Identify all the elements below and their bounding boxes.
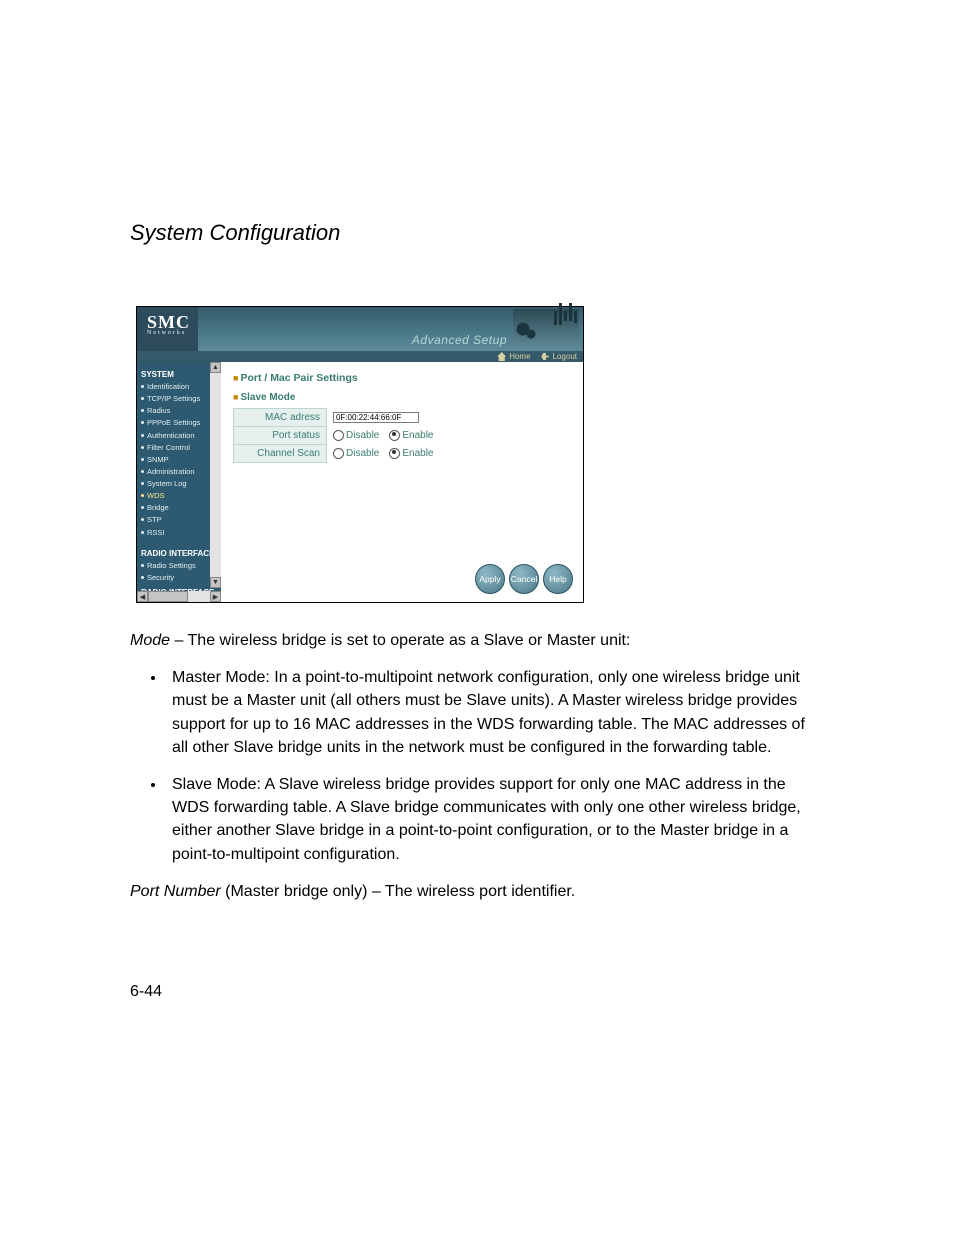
mac-address-label: MAC adress <box>233 408 327 427</box>
sidebar-item-radio-settings[interactable]: Radio Settings <box>141 560 219 572</box>
scroll-up-icon[interactable]: ▲ <box>210 362 221 373</box>
sidebar-item-rssi[interactable]: RSSI <box>141 527 219 539</box>
port-number-paragraph: Port Number (Master bridge only) – The w… <box>130 880 824 903</box>
header-banner: Advanced Setup <box>198 307 583 351</box>
sidebar: SYSTEM Identification TCP/IP Settings Ra… <box>137 362 221 602</box>
sidebar-item-authentication[interactable]: Authentication <box>141 430 219 442</box>
port-number-term: Port Number <box>130 883 221 900</box>
sidebar-group-radio: RADIO INTERFACE <box>141 549 219 558</box>
main-panel: ■Port / Mac Pair Settings ■Slave Mode MA… <box>221 362 583 602</box>
advanced-setup-label: Advanced Setup <box>412 333 507 347</box>
sidebar-vertical-scrollbar[interactable]: ▲ ▼ <box>210 362 221 588</box>
port-status-label: Port status <box>233 426 327 445</box>
scroll-down-icon[interactable]: ▼ <box>210 577 221 588</box>
radio-checked-icon <box>389 430 400 441</box>
sidebar-item-tcpip[interactable]: TCP/IP Settings <box>141 393 219 405</box>
brand-subtext: Networks <box>147 330 190 336</box>
mode-paragraph: Mode – The wireless bridge is set to ope… <box>130 629 824 652</box>
sidebar-item-administration[interactable]: Administration <box>141 466 219 478</box>
enable-label-2: Enable <box>402 448 433 459</box>
sidebar-item-radius[interactable]: Radius <box>141 405 219 417</box>
scroll-left-icon[interactable]: ◀ <box>137 591 148 602</box>
top-toolbar: Home Logout <box>137 351 583 362</box>
hscroll-track[interactable] <box>148 591 210 602</box>
apply-button[interactable]: Apply <box>475 564 505 594</box>
logout-icon <box>541 352 550 361</box>
sidebar-item-security[interactable]: Security <box>141 572 219 584</box>
main-heading: ■Port / Mac Pair Settings <box>233 372 571 384</box>
sidebar-item-filter-control[interactable]: Filter Control <box>141 442 219 454</box>
sidebar-item-wds[interactable]: WDS <box>141 490 219 502</box>
channel-scan-label: Channel Scan <box>233 444 327 463</box>
sidebar-item-pppoe[interactable]: PPPoE Settings <box>141 417 219 429</box>
action-buttons: Apply Cancel Help <box>475 564 573 594</box>
page-title: System Configuration <box>130 220 824 246</box>
home-label: Home <box>509 352 530 361</box>
brand-text: SMC <box>147 312 190 332</box>
page-number: 6-44 <box>130 983 824 1001</box>
logout-button[interactable]: Logout <box>541 352 577 361</box>
sidebar-item-stp[interactable]: STP <box>141 514 219 526</box>
bullet-master-mode: Master Mode: In a point-to-multipoint ne… <box>166 666 824 759</box>
screenshot-panel: SMC Networks Advanced Setup Home Logout … <box>136 306 584 603</box>
sidebar-horizontal-scrollbar[interactable]: ◀ ▶ <box>137 591 221 602</box>
subheading-text: Slave Mode <box>240 392 295 403</box>
bullet-slave-mode: Slave Mode: A Slave wireless bridge prov… <box>166 773 824 866</box>
sidebar-group-system: SYSTEM <box>141 370 219 379</box>
hscroll-thumb[interactable] <box>148 591 188 602</box>
screenshot-header: SMC Networks Advanced Setup <box>137 307 583 351</box>
sidebar-item-snmp[interactable]: SNMP <box>141 454 219 466</box>
row-channel-scan: Channel Scan Disable Enable <box>233 444 571 463</box>
channel-scan-enable-option[interactable]: Enable <box>389 448 433 459</box>
mode-description: – The wireless bridge is set to operate … <box>170 632 630 649</box>
row-mac-address: MAC adress <box>233 408 571 427</box>
radio-icon <box>333 448 344 459</box>
enable-label: Enable <box>402 430 433 441</box>
mode-term: Mode <box>130 632 170 649</box>
brand-logo: SMC Networks <box>137 307 198 351</box>
radio-checked-icon <box>389 448 400 459</box>
home-button[interactable]: Home <box>497 352 530 361</box>
disable-label-2: Disable <box>346 448 379 459</box>
scroll-right-icon[interactable]: ▶ <box>210 591 221 602</box>
sidebar-item-bridge[interactable]: Bridge <box>141 502 219 514</box>
home-icon <box>497 352 506 361</box>
cancel-button[interactable]: Cancel <box>509 564 539 594</box>
subheading: ■Slave Mode <box>233 392 571 403</box>
port-status-enable-option[interactable]: Enable <box>389 430 433 441</box>
disable-label: Disable <box>346 430 379 441</box>
header-decor-image <box>513 309 579 345</box>
row-port-status: Port status Disable Enable <box>233 426 571 445</box>
help-button[interactable]: Help <box>543 564 573 594</box>
logout-label: Logout <box>553 352 577 361</box>
sidebar-item-system-log[interactable]: System Log <box>141 478 219 490</box>
radio-icon <box>333 430 344 441</box>
document-text: Mode – The wireless bridge is set to ope… <box>130 629 824 903</box>
port-number-description: (Master bridge only) – The wireless port… <box>221 883 576 900</box>
sidebar-item-identification[interactable]: Identification <box>141 381 219 393</box>
mac-address-input[interactable] <box>333 412 419 423</box>
port-status-disable-option[interactable]: Disable <box>333 430 379 441</box>
scroll-track[interactable] <box>210 373 221 577</box>
main-heading-text: Port / Mac Pair Settings <box>240 372 357 384</box>
channel-scan-disable-option[interactable]: Disable <box>333 448 379 459</box>
